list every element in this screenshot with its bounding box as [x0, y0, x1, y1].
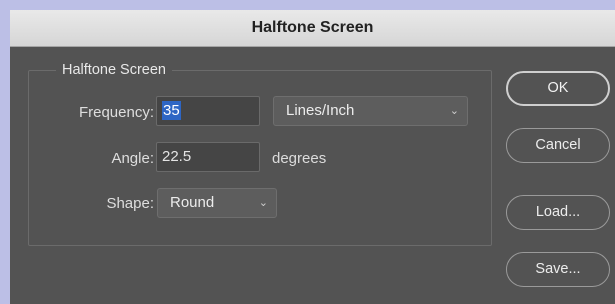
angle-unit: degrees [272, 150, 327, 167]
frequency-unit-value: Lines/Inch [286, 102, 355, 119]
cancel-button[interactable]: Cancel [506, 128, 610, 163]
chevron-down-icon: ⌄ [258, 197, 268, 209]
load-button[interactable]: Load... [506, 195, 610, 230]
window-title: Halftone Screen [10, 10, 615, 47]
save-button[interactable]: Save... [506, 252, 610, 287]
ok-button[interactable]: OK [506, 71, 610, 106]
halftone-screen-dialog: Halftone Screen Halftone Screen Frequenc… [10, 10, 615, 304]
shape-value: Round [170, 194, 215, 211]
angle-input[interactable]: 22.5 [156, 142, 260, 172]
frequency-label: Frequency: [78, 104, 154, 121]
group-title: Halftone Screen [56, 62, 172, 78]
angle-value: 22.5 [162, 148, 192, 165]
frequency-input[interactable]: 35 [156, 96, 260, 126]
angle-label: Angle: [111, 150, 154, 167]
frequency-value: 35 [162, 101, 181, 120]
frequency-unit-select[interactable]: Lines/Inch ⌄ [273, 96, 468, 126]
shape-label: Shape: [106, 195, 154, 212]
chevron-down-icon: ⌄ [449, 105, 459, 117]
shape-select[interactable]: Round ⌄ [157, 188, 277, 218]
